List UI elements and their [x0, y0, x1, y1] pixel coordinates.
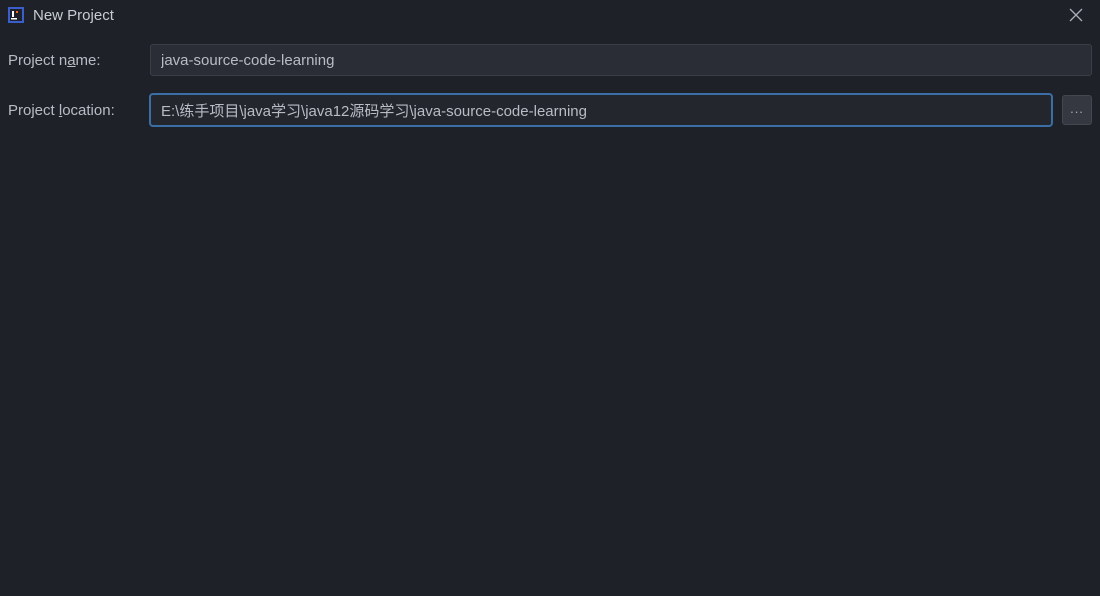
- project-name-input-wrap: [150, 44, 1092, 76]
- intellij-icon: [8, 7, 24, 23]
- project-location-input-wrap: ...: [150, 94, 1092, 126]
- window-title: New Project: [33, 7, 114, 24]
- titlebar: New Project: [0, 0, 1100, 34]
- form-area: Project name: Project location: ...: [0, 34, 1100, 126]
- browse-button[interactable]: ...: [1062, 95, 1092, 125]
- close-icon: [1069, 8, 1083, 22]
- project-name-input[interactable]: [150, 44, 1092, 76]
- ellipsis-icon: ...: [1070, 101, 1084, 116]
- close-button[interactable]: [1062, 1, 1090, 29]
- project-name-label: Project name:: [8, 52, 150, 69]
- project-location-input[interactable]: [150, 94, 1052, 126]
- project-name-row: Project name:: [8, 44, 1092, 76]
- project-location-label: Project location:: [8, 102, 150, 119]
- titlebar-left: New Project: [8, 7, 114, 24]
- project-location-row: Project location: ...: [8, 94, 1092, 126]
